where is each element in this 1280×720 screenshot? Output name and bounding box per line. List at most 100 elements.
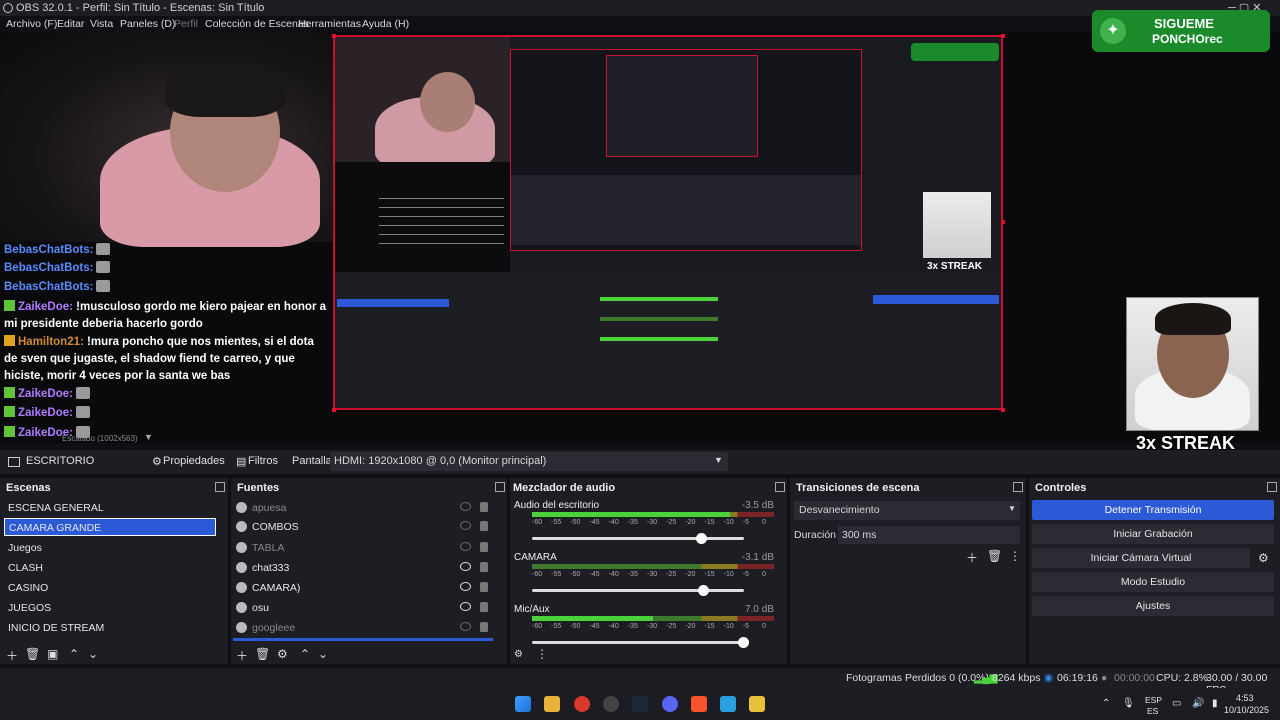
monitor-select[interactable]: HDMI: 1920x1080 @ 0,0 (Monitor principal… bbox=[330, 452, 728, 471]
scene-item[interactable]: ESCENA GENERAL bbox=[4, 499, 216, 517]
settings-button[interactable]: Ajustes bbox=[1032, 596, 1274, 616]
remove-source-button[interactable]: 🗑 bbox=[255, 647, 270, 661]
tray-chevron-icon[interactable]: ⌃ bbox=[1102, 698, 1110, 709]
mic-icon[interactable]: 🎙 bbox=[1122, 698, 1135, 709]
start-recording-button[interactable]: Iniciar Grabación bbox=[1032, 524, 1274, 544]
volume-icon[interactable]: 🔊 bbox=[1192, 698, 1204, 709]
menu-perfil[interactable]: Perfil bbox=[174, 18, 198, 30]
network-icon[interactable]: ▭ bbox=[1172, 698, 1181, 709]
menu-archivo[interactable]: Archivo (F) bbox=[6, 18, 57, 30]
remove-transition-button[interactable]: 🗑 bbox=[987, 549, 1002, 563]
source-item[interactable]: COMBOS bbox=[236, 518, 498, 536]
battery-icon[interactable]: ▮ bbox=[1212, 698, 1218, 709]
stop-streaming-button[interactable]: Detener Transmisión bbox=[1032, 500, 1274, 520]
gear-icon: ⚙ bbox=[152, 456, 162, 468]
menu-editar[interactable]: Editar bbox=[57, 18, 84, 30]
chrome-icon[interactable] bbox=[574, 696, 590, 712]
source-item[interactable]: googleee bbox=[236, 619, 498, 637]
undock-icon[interactable] bbox=[775, 482, 785, 492]
duration-value: 300 ms bbox=[842, 529, 877, 541]
volume-slider[interactable] bbox=[532, 637, 749, 648]
mixer-menu-icon[interactable]: ⋮ bbox=[536, 647, 548, 661]
undock-icon[interactable] bbox=[1267, 482, 1277, 492]
source-item[interactable]: TABLA bbox=[236, 539, 498, 557]
mixer-settings-gear-icon[interactable]: ⚙ bbox=[514, 649, 523, 660]
duration-input[interactable]: 300 ms bbox=[838, 526, 1020, 544]
notepad-icon[interactable] bbox=[720, 696, 736, 712]
visibility-icon bbox=[460, 521, 471, 530]
chevron-down-icon: ▼ bbox=[1008, 504, 1016, 513]
clock-date[interactable]: 10/10/2025 bbox=[1224, 705, 1269, 715]
volume-slider[interactable] bbox=[532, 533, 744, 544]
chat-line: Hamilton21: !mura poncho que nos mientes… bbox=[4, 335, 314, 382]
transition-menu-icon[interactable]: ⋮ bbox=[1009, 549, 1021, 563]
source-properties-gear-icon[interactable]: ⚙ bbox=[277, 647, 288, 661]
meter-tick-label: -40 bbox=[608, 623, 619, 630]
chat-line: BebasChatBots: bbox=[4, 279, 330, 296]
windows-taskbar: ⌃ 🎙 ESP ES ▭ 🔊 ▮ 4:53 10/10/2025 bbox=[0, 688, 1280, 720]
meter-tick-label: 0 bbox=[762, 571, 766, 578]
studio-mode-button[interactable]: Modo Estudio bbox=[1032, 572, 1274, 592]
brave-icon[interactable] bbox=[691, 696, 707, 712]
meter-tick-label: -15 bbox=[704, 571, 715, 578]
scene-item[interactable]: CASINO bbox=[4, 579, 216, 597]
start-virtual-camera-button[interactable]: Iniciar Cámara Virtual bbox=[1032, 548, 1250, 568]
remove-scene-button[interactable]: 🗑 bbox=[25, 647, 40, 661]
add-transition-button[interactable]: ＋ bbox=[966, 549, 978, 566]
filters-button[interactable]: Filtros bbox=[248, 455, 278, 467]
meter-ticks: -60 -55 -50 -45 -40 -35 -30 -25 -20 -15 -10 -5 0 bbox=[532, 623, 774, 633]
start-icon[interactable] bbox=[515, 696, 531, 712]
app-icon[interactable] bbox=[749, 696, 765, 712]
language-top[interactable]: ESP bbox=[1145, 695, 1162, 705]
language-bottom[interactable]: ES bbox=[1147, 706, 1158, 716]
clock-time[interactable]: 4:53 bbox=[1236, 693, 1254, 703]
screen-capture-source[interactable]: 3x STREAK bbox=[333, 35, 1003, 410]
scene-item[interactable]: CLASH bbox=[4, 559, 216, 577]
visibility-icon bbox=[460, 542, 471, 551]
scale-dropdown-icon[interactable]: ▼ bbox=[144, 432, 153, 442]
add-scene-button[interactable]: ＋ bbox=[6, 647, 18, 664]
undock-icon[interactable] bbox=[495, 482, 505, 492]
volume-knob[interactable] bbox=[695, 533, 707, 544]
transition-select[interactable]: Desvanecimiento ▼ bbox=[794, 501, 1020, 520]
display-label: Pantalla bbox=[292, 455, 332, 467]
preview-scale-label: Escalado (1002x563) bbox=[62, 434, 138, 443]
move-down-button[interactable]: ⌄ bbox=[318, 647, 328, 661]
menu-coleccion[interactable]: Colección de Escenas bbox=[205, 18, 309, 30]
monitor-icon bbox=[8, 457, 20, 467]
add-source-button[interactable]: ＋ bbox=[236, 647, 248, 664]
scene-item[interactable]: Juegos bbox=[4, 539, 216, 557]
menu-vista[interactable]: Vista bbox=[90, 18, 113, 30]
menu-herramientas[interactable]: Herramientas bbox=[298, 18, 361, 30]
menu-paneles[interactable]: Paneles (D) bbox=[120, 18, 175, 30]
volume-knob[interactable] bbox=[738, 637, 749, 648]
source-item[interactable]: apuesa bbox=[236, 499, 498, 517]
meter-tick-label: -40 bbox=[608, 519, 619, 526]
meter-tick-label: -35 bbox=[627, 623, 638, 630]
menu-ayuda[interactable]: Ayuda (H) bbox=[362, 18, 409, 30]
undock-icon[interactable] bbox=[215, 482, 225, 492]
file-explorer-icon[interactable] bbox=[544, 696, 560, 712]
move-up-button[interactable]: ⌃ bbox=[69, 647, 79, 661]
source-item[interactable]: osu bbox=[236, 599, 498, 617]
meter-ticks: -60 -55 -50 -45 -40 -35 -30 -25 -20 -15 -10 -5 0 bbox=[532, 519, 774, 529]
volume-knob[interactable] bbox=[697, 585, 709, 596]
meter-tick-label: -25 bbox=[666, 623, 677, 630]
obs-logo-icon bbox=[3, 3, 13, 13]
source-item[interactable]: CAMARA) bbox=[236, 579, 498, 597]
source-item[interactable]: chat333 bbox=[236, 559, 498, 577]
cpu-usage: CPU: 2.8% bbox=[1156, 672, 1208, 684]
properties-button[interactable]: Propiedades bbox=[163, 455, 225, 467]
volume-slider[interactable] bbox=[532, 585, 744, 596]
undock-icon[interactable] bbox=[1013, 482, 1023, 492]
virtual-camera-gear-icon[interactable]: ⚙ bbox=[1258, 551, 1269, 565]
move-up-button[interactable]: ⌃ bbox=[300, 647, 310, 661]
steam-icon[interactable] bbox=[632, 696, 648, 712]
scene-item[interactable]: INICIO DE STREAM bbox=[4, 619, 216, 637]
move-down-button[interactable]: ⌄ bbox=[88, 647, 98, 661]
obs-taskbar-icon[interactable] bbox=[603, 696, 619, 712]
scene-filters-button[interactable]: ▣ bbox=[47, 647, 58, 661]
scene-item[interactable]: JUEGOS bbox=[4, 599, 216, 617]
scene-item-selected[interactable]: CAMARA GRANDE bbox=[4, 518, 216, 536]
discord-icon[interactable] bbox=[662, 696, 678, 712]
